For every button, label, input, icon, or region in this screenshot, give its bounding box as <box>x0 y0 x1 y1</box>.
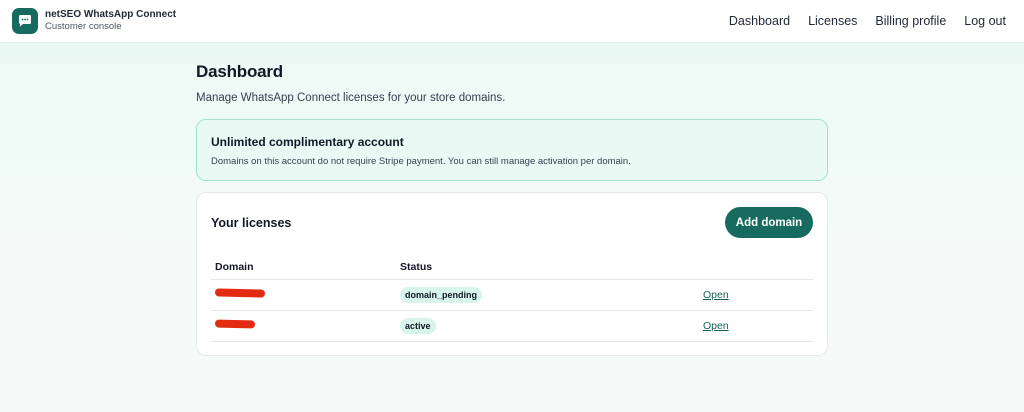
status-cell: domain_pending <box>396 279 699 311</box>
table-header-row: Domain Status <box>211 256 813 280</box>
top-bar: netSEO WhatsApp Connect Customer console… <box>0 0 1024 43</box>
open-link[interactable]: Open <box>703 289 729 301</box>
top-nav: Dashboard Licenses Billing profile Log o… <box>711 14 1006 28</box>
status-cell: active <box>396 310 699 342</box>
action-cell: Open <box>699 310 813 342</box>
nav-log-out[interactable]: Log out <box>964 14 1006 28</box>
table-row: domain_pending Open <box>211 279 813 311</box>
nav-licenses[interactable]: Licenses <box>808 14 857 28</box>
add-domain-button[interactable]: Add domain <box>725 207 813 238</box>
brand[interactable]: netSEO WhatsApp Connect Customer console <box>12 8 176 34</box>
nav-dashboard[interactable]: Dashboard <box>729 14 790 28</box>
app-subtitle: Customer console <box>45 21 122 32</box>
licenses-table: Domain Status domain_pending Open active… <box>211 256 813 342</box>
status-badge: active <box>400 317 436 334</box>
complimentary-notice: Unlimited complimentary account Domains … <box>196 119 828 181</box>
licenses-title: Your licenses <box>211 216 292 230</box>
action-cell: Open <box>699 279 813 311</box>
notice-body: Domains on this account do not require S… <box>211 156 631 167</box>
open-link[interactable]: Open <box>703 320 729 332</box>
page-description: Manage WhatsApp Connect licenses for you… <box>196 92 506 104</box>
table-row: active Open <box>211 310 813 342</box>
column-domain: Domain <box>211 256 396 280</box>
domain-cell <box>211 310 396 342</box>
main-content: Dashboard Manage WhatsApp Connect licens… <box>196 62 828 356</box>
domain-cell <box>211 279 396 311</box>
status-badge: domain_pending <box>400 286 482 303</box>
page-title: Dashboard <box>196 62 283 81</box>
notice-title: Unlimited complimentary account <box>211 135 404 149</box>
app-name: netSEO WhatsApp Connect <box>45 9 177 20</box>
column-actions <box>699 256 813 280</box>
nav-billing-profile[interactable]: Billing profile <box>875 14 946 28</box>
column-status: Status <box>396 256 699 280</box>
redacted-domain <box>214 319 256 329</box>
chat-bubble-icon <box>12 8 38 34</box>
redacted-domain <box>214 288 266 298</box>
licenses-card: Your licenses Add domain Domain Status d… <box>196 192 828 356</box>
